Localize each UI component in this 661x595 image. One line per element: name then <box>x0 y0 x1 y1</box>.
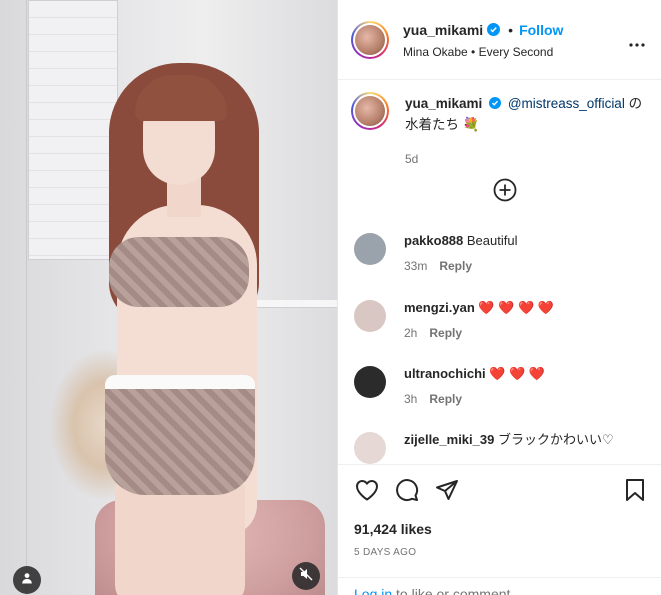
header-separator: • <box>508 21 514 38</box>
post-header: yua_mikami • Follow Mina Okabe • Every S… <box>338 0 661 80</box>
comment-time[interactable]: 3h <box>404 392 417 406</box>
follow-button[interactable]: Follow <box>519 22 563 38</box>
comment-username[interactable]: ultranochichi <box>404 366 486 381</box>
login-prompt: Log in to like or comment. <box>338 577 661 595</box>
paper-plane-icon <box>435 478 459 507</box>
reply-button[interactable]: Reply <box>439 259 472 273</box>
wall-edge <box>26 0 27 595</box>
author-username[interactable]: yua_mikami <box>403 22 483 38</box>
bookmark-icon <box>625 478 645 507</box>
comment-text: mengzi.yan ❤️ ❤️ ❤️ ❤️ <box>404 300 554 316</box>
plus-circle-icon <box>493 178 517 206</box>
caption-author-avatar[interactable] <box>351 92 389 130</box>
author-avatar[interactable] <box>351 20 389 59</box>
caption-timestamp[interactable]: 5d <box>405 152 418 166</box>
comment-meta: 2h Reply <box>404 326 462 340</box>
comment-body: ❤️ ❤️ ❤️ ❤️ <box>478 300 555 315</box>
user-tag-icon <box>21 571 33 589</box>
comment-body: ブラックかわいい♡ <box>497 432 614 447</box>
post-date[interactable]: 5 DAYS AGO <box>354 547 416 558</box>
user-tag-button[interactable] <box>13 566 41 594</box>
post-details-panel: yua_mikami • Follow Mina Okabe • Every S… <box>338 0 661 595</box>
comment-username[interactable]: mengzi.yan <box>404 300 475 315</box>
caption-text: yua_mikami @mistreass_official の水着たち 💐 <box>405 94 649 135</box>
avatar-border <box>353 94 387 128</box>
avatar-border <box>353 22 387 57</box>
action-icons <box>338 465 661 517</box>
comment-avatar[interactable] <box>354 432 386 464</box>
avatar-image <box>355 96 385 126</box>
share-button[interactable] <box>434 479 460 505</box>
save-button[interactable] <box>622 478 648 507</box>
comment-item: zijelle_miki_39 ブラックかわいい♡ <box>354 432 654 464</box>
heart-outline-icon <box>355 479 379 506</box>
comment-avatar[interactable] <box>354 233 386 265</box>
comment-item: pakko888 Beautiful 33m Reply <box>354 233 654 283</box>
mute-button[interactable] <box>292 562 320 590</box>
author-row: yua_mikami • Follow <box>403 21 563 39</box>
comment-item: ultranochichi ❤️ ❤️ ❤️ 3h Reply <box>354 366 654 416</box>
comment-avatar[interactable] <box>354 300 386 332</box>
comment-text: ultranochichi ❤️ ❤️ ❤️ <box>404 366 545 382</box>
comment-bubble-icon <box>395 478 419 507</box>
post-actions: 91,424 likes 5 DAYS AGO Log in to like o… <box>338 464 661 595</box>
comment-item: mengzi.yan ❤️ ❤️ ❤️ ❤️ 2h Reply <box>354 300 654 350</box>
comment-text: zijelle_miki_39 ブラックかわいい♡ <box>404 432 614 448</box>
comment-button[interactable] <box>394 478 420 507</box>
comment-time[interactable]: 33m <box>404 259 427 273</box>
comment-text: pakko888 Beautiful <box>404 233 517 249</box>
legs <box>115 485 245 595</box>
reply-button[interactable]: Reply <box>429 326 462 340</box>
author-meta: yua_mikami • Follow Mina Okabe • Every S… <box>403 21 563 59</box>
speaker-muted-icon <box>299 567 313 586</box>
login-prompt-text: to like or comment. <box>392 586 515 595</box>
comment-meta: 33m Reply <box>404 259 472 273</box>
swimsuit-top <box>109 237 249 307</box>
reply-button[interactable]: Reply <box>429 392 462 406</box>
likes-count[interactable]: 91,424 likes <box>354 521 432 537</box>
like-button[interactable] <box>354 479 380 505</box>
comments-list[interactable]: yua_mikami @mistreass_official の水着たち 💐 5… <box>338 80 661 464</box>
comment-username[interactable]: zijelle_miki_39 <box>404 432 494 447</box>
load-more-comments-button[interactable] <box>493 178 517 202</box>
post-video[interactable] <box>0 0 338 595</box>
post-modal: yua_mikami • Follow Mina Okabe • Every S… <box>0 0 661 595</box>
verified-badge-icon <box>489 95 502 115</box>
comment-time[interactable]: 2h <box>404 326 417 340</box>
caption-username[interactable]: yua_mikami <box>405 96 482 111</box>
more-horizontal-icon <box>629 34 645 52</box>
caption-mention-link[interactable]: @mistreass_official <box>508 96 625 111</box>
verified-badge-icon <box>487 23 501 36</box>
audio-track-link[interactable]: Mina Okabe • Every Second <box>403 45 563 59</box>
login-link[interactable]: Log in <box>354 586 392 595</box>
person-figure <box>95 55 275 595</box>
avatar-image <box>355 24 385 55</box>
swimsuit-bottom <box>105 375 255 495</box>
comment-avatar[interactable] <box>354 366 386 398</box>
comment-username[interactable]: pakko888 <box>404 233 463 248</box>
comment-body: Beautiful <box>466 233 518 248</box>
comment-meta: 3h Reply <box>404 392 462 406</box>
comment-body: ❤️ ❤️ ❤️ <box>489 366 546 381</box>
more-options-button[interactable] <box>627 33 647 53</box>
